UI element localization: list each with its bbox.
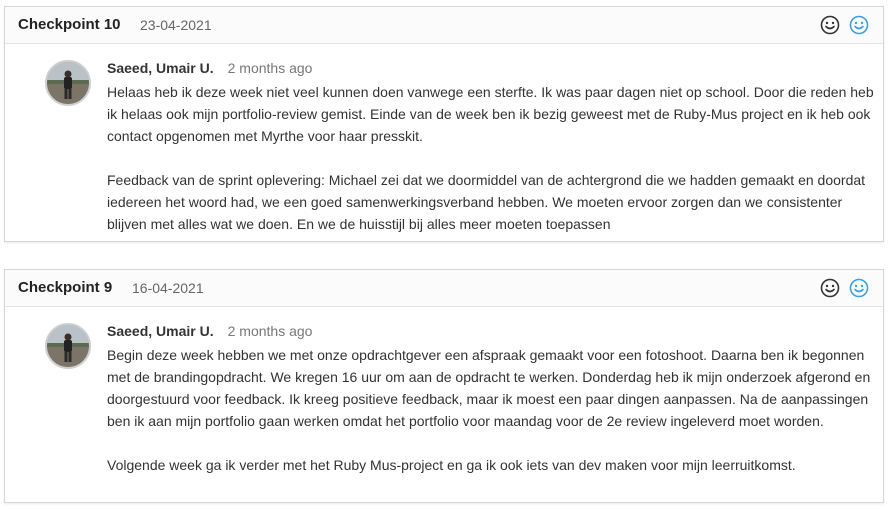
avatar: [45, 60, 91, 106]
author-name[interactable]: Saeed, Umair U.: [107, 60, 214, 76]
author-name[interactable]: Saeed, Umair U.: [107, 323, 214, 339]
body-paragraph: Feedback van de sprint oplevering: Micha…: [107, 172, 866, 232]
smiley-blue-icon[interactable]: [849, 278, 869, 298]
feedback-icons: [820, 278, 869, 298]
checkpoint-header: Checkpoint 9 16-04-2021: [5, 270, 883, 307]
smiley-outline-icon[interactable]: [820, 15, 840, 35]
checkpoint-card: Checkpoint 10 23-04-2021 Saeed, Umair U.…: [4, 6, 884, 242]
avatar: [45, 323, 91, 369]
checkpoint-body: Begin deze week hebben we met onze opdra…: [107, 344, 877, 476]
checkpoint-date: 16-04-2021: [132, 280, 204, 296]
body-paragraph: Begin deze week hebben we met onze opdra…: [107, 347, 871, 429]
timestamp: 2 months ago: [227, 323, 313, 339]
checkpoint-body: Helaas heb ik deze week niet veel kunnen…: [107, 81, 877, 235]
checkpoint-date: 23-04-2021: [140, 17, 212, 33]
feedback-icons: [820, 15, 869, 35]
timestamp: 2 months ago: [227, 60, 313, 76]
checkpoint-card: Checkpoint 9 16-04-2021 Saeed, Umair U. …: [4, 269, 884, 503]
author-line: Saeed, Umair U. 2 months ago: [107, 323, 312, 339]
checkpoint-header: Checkpoint 10 23-04-2021: [5, 7, 883, 44]
checkpoint-title: Checkpoint 9: [18, 279, 113, 296]
body-paragraph: Volgende week ga ik verder met het Ruby …: [107, 457, 796, 473]
checkpoint-title: Checkpoint 10: [18, 16, 121, 33]
body-paragraph: Helaas heb ik deze week niet veel kunnen…: [107, 84, 874, 144]
author-line: Saeed, Umair U. 2 months ago: [107, 60, 312, 76]
smiley-outline-icon[interactable]: [820, 278, 840, 298]
smiley-blue-icon[interactable]: [849, 15, 869, 35]
